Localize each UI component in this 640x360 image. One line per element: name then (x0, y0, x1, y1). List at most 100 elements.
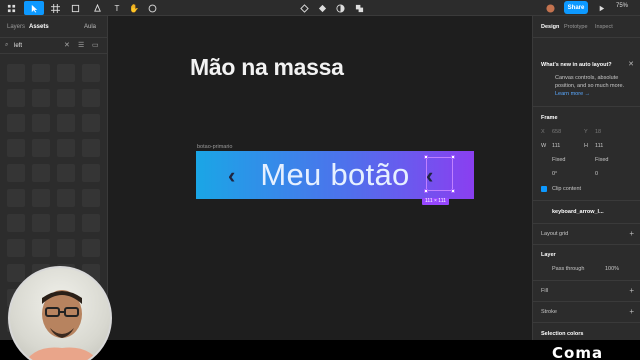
asset-tile[interactable] (7, 139, 25, 157)
asset-tile[interactable] (57, 139, 75, 157)
asset-tile[interactable] (32, 239, 50, 257)
x-field[interactable]: 658 (552, 129, 561, 135)
width-mode-select[interactable]: Fixed (552, 157, 565, 163)
blend-mode-select[interactable]: Pass through (552, 266, 584, 272)
asset-tile[interactable] (57, 164, 75, 182)
asset-tile[interactable] (57, 214, 75, 232)
selection-colors-title: Selection colors (541, 331, 584, 337)
list-view-icon[interactable]: ☰ (78, 41, 84, 49)
button-label[interactable]: Meu botão (260, 157, 409, 193)
shape-tool-icon[interactable] (68, 1, 82, 15)
asset-tile[interactable] (7, 89, 25, 107)
brand-logo: Coma (552, 344, 604, 360)
add-stroke-icon[interactable]: + (629, 307, 634, 316)
asset-tile[interactable] (7, 189, 25, 207)
share-button[interactable]: Share (564, 1, 588, 14)
move-tool-icon[interactable] (24, 1, 44, 15)
selection-box[interactable] (424, 155, 455, 193)
mask-icon[interactable] (334, 1, 346, 15)
asset-tile[interactable] (82, 114, 100, 132)
asset-tile[interactable] (7, 264, 25, 282)
resize-handle[interactable] (451, 155, 455, 159)
h-field[interactable]: 111 (595, 143, 603, 149)
divider (533, 223, 640, 224)
create-component-icon[interactable] (316, 1, 328, 15)
canvas-heading[interactable]: Mão na massa (190, 54, 344, 81)
asset-tile[interactable] (82, 164, 100, 182)
corner-radius-field[interactable]: 0 (595, 171, 598, 177)
add-fill-icon[interactable]: + (629, 286, 634, 295)
asset-tile[interactable] (7, 214, 25, 232)
asset-tile[interactable] (82, 239, 100, 257)
asset-tile[interactable] (82, 64, 100, 82)
chevron-left-icon[interactable]: ‹ (228, 163, 235, 189)
asset-tile[interactable] (32, 139, 50, 157)
asset-tile[interactable] (7, 164, 25, 182)
asset-tile[interactable] (7, 239, 25, 257)
frame-label[interactable]: botao-primario (197, 144, 232, 150)
resize-handle[interactable] (424, 155, 428, 159)
rotation-field[interactable]: 0° (552, 171, 557, 177)
opacity-field[interactable]: 100% (605, 266, 619, 272)
asset-tile[interactable] (57, 89, 75, 107)
clip-content-checkbox[interactable] (541, 186, 547, 192)
present-icon[interactable] (596, 1, 606, 15)
asset-tile[interactable] (32, 89, 50, 107)
asset-tile[interactable] (57, 114, 75, 132)
component-name[interactable]: keyboard_arrow_l... (552, 209, 604, 215)
close-icon[interactable]: ✕ (628, 60, 634, 68)
boolean-icon[interactable] (352, 1, 366, 15)
h-label: H (584, 143, 588, 149)
page-selector[interactable]: Aula (84, 24, 96, 30)
asset-tile[interactable] (7, 64, 25, 82)
divider (533, 244, 640, 245)
components-icon[interactable] (298, 1, 310, 15)
asset-tile[interactable] (32, 214, 50, 232)
search-input[interactable]: left (14, 43, 22, 49)
comment-tool-icon[interactable] (146, 1, 158, 15)
frame-tool-icon[interactable] (48, 1, 62, 15)
w-field[interactable]: 111 (552, 143, 560, 149)
divider (533, 280, 640, 281)
asset-tile[interactable] (57, 64, 75, 82)
add-layout-grid-icon[interactable]: + (629, 229, 634, 238)
layer-section-title: Layer (541, 252, 556, 258)
resize-handle[interactable] (424, 189, 428, 193)
right-panel: Design Prototype Inspect What's new in a… (532, 16, 640, 360)
assets-search[interactable]: ⌕ left ✕ ☰ ▭ (0, 38, 107, 54)
y-field[interactable]: 18 (595, 129, 601, 135)
library-icon[interactable]: ▭ (92, 41, 99, 49)
asset-tile[interactable] (32, 189, 50, 207)
tab-layers[interactable]: Layers (7, 24, 25, 30)
hand-tool-icon[interactable]: ✋ (128, 1, 140, 15)
text-tool-icon[interactable]: T (112, 1, 122, 15)
asset-tile[interactable] (57, 189, 75, 207)
canvas[interactable]: Mão na massa botao-primario ‹ Meu botão … (108, 16, 532, 360)
tab-prototype[interactable]: Prototype (564, 24, 588, 30)
avatar[interactable] (544, 1, 556, 15)
divider (533, 106, 640, 107)
pen-tool-icon[interactable] (90, 1, 104, 15)
height-mode-select[interactable]: Fixed (595, 157, 608, 163)
fill-section-title: Fill (541, 288, 549, 294)
zoom-level[interactable]: 75% (616, 3, 628, 9)
resize-handle[interactable] (451, 189, 455, 193)
asset-tile[interactable] (57, 239, 75, 257)
asset-tile[interactable] (82, 189, 100, 207)
learn-more-link[interactable]: Learn more → (555, 91, 590, 97)
tab-design[interactable]: Design (541, 24, 559, 30)
left-panel-tabs: Layers Assets Aula (0, 16, 107, 38)
asset-tile[interactable] (7, 114, 25, 132)
asset-tile[interactable] (82, 89, 100, 107)
presenter-image (26, 290, 98, 360)
tab-inspect[interactable]: Inspect (595, 24, 613, 30)
asset-tile[interactable] (82, 139, 100, 157)
asset-tile[interactable] (32, 64, 50, 82)
figma-menu-icon[interactable] (4, 1, 18, 15)
tab-assets[interactable]: Assets (29, 24, 49, 30)
asset-tile[interactable] (32, 164, 50, 182)
asset-tile[interactable] (82, 214, 100, 232)
asset-tile[interactable] (32, 114, 50, 132)
stroke-section-title: Stroke (541, 309, 557, 315)
clear-search-icon[interactable]: ✕ (64, 41, 70, 49)
